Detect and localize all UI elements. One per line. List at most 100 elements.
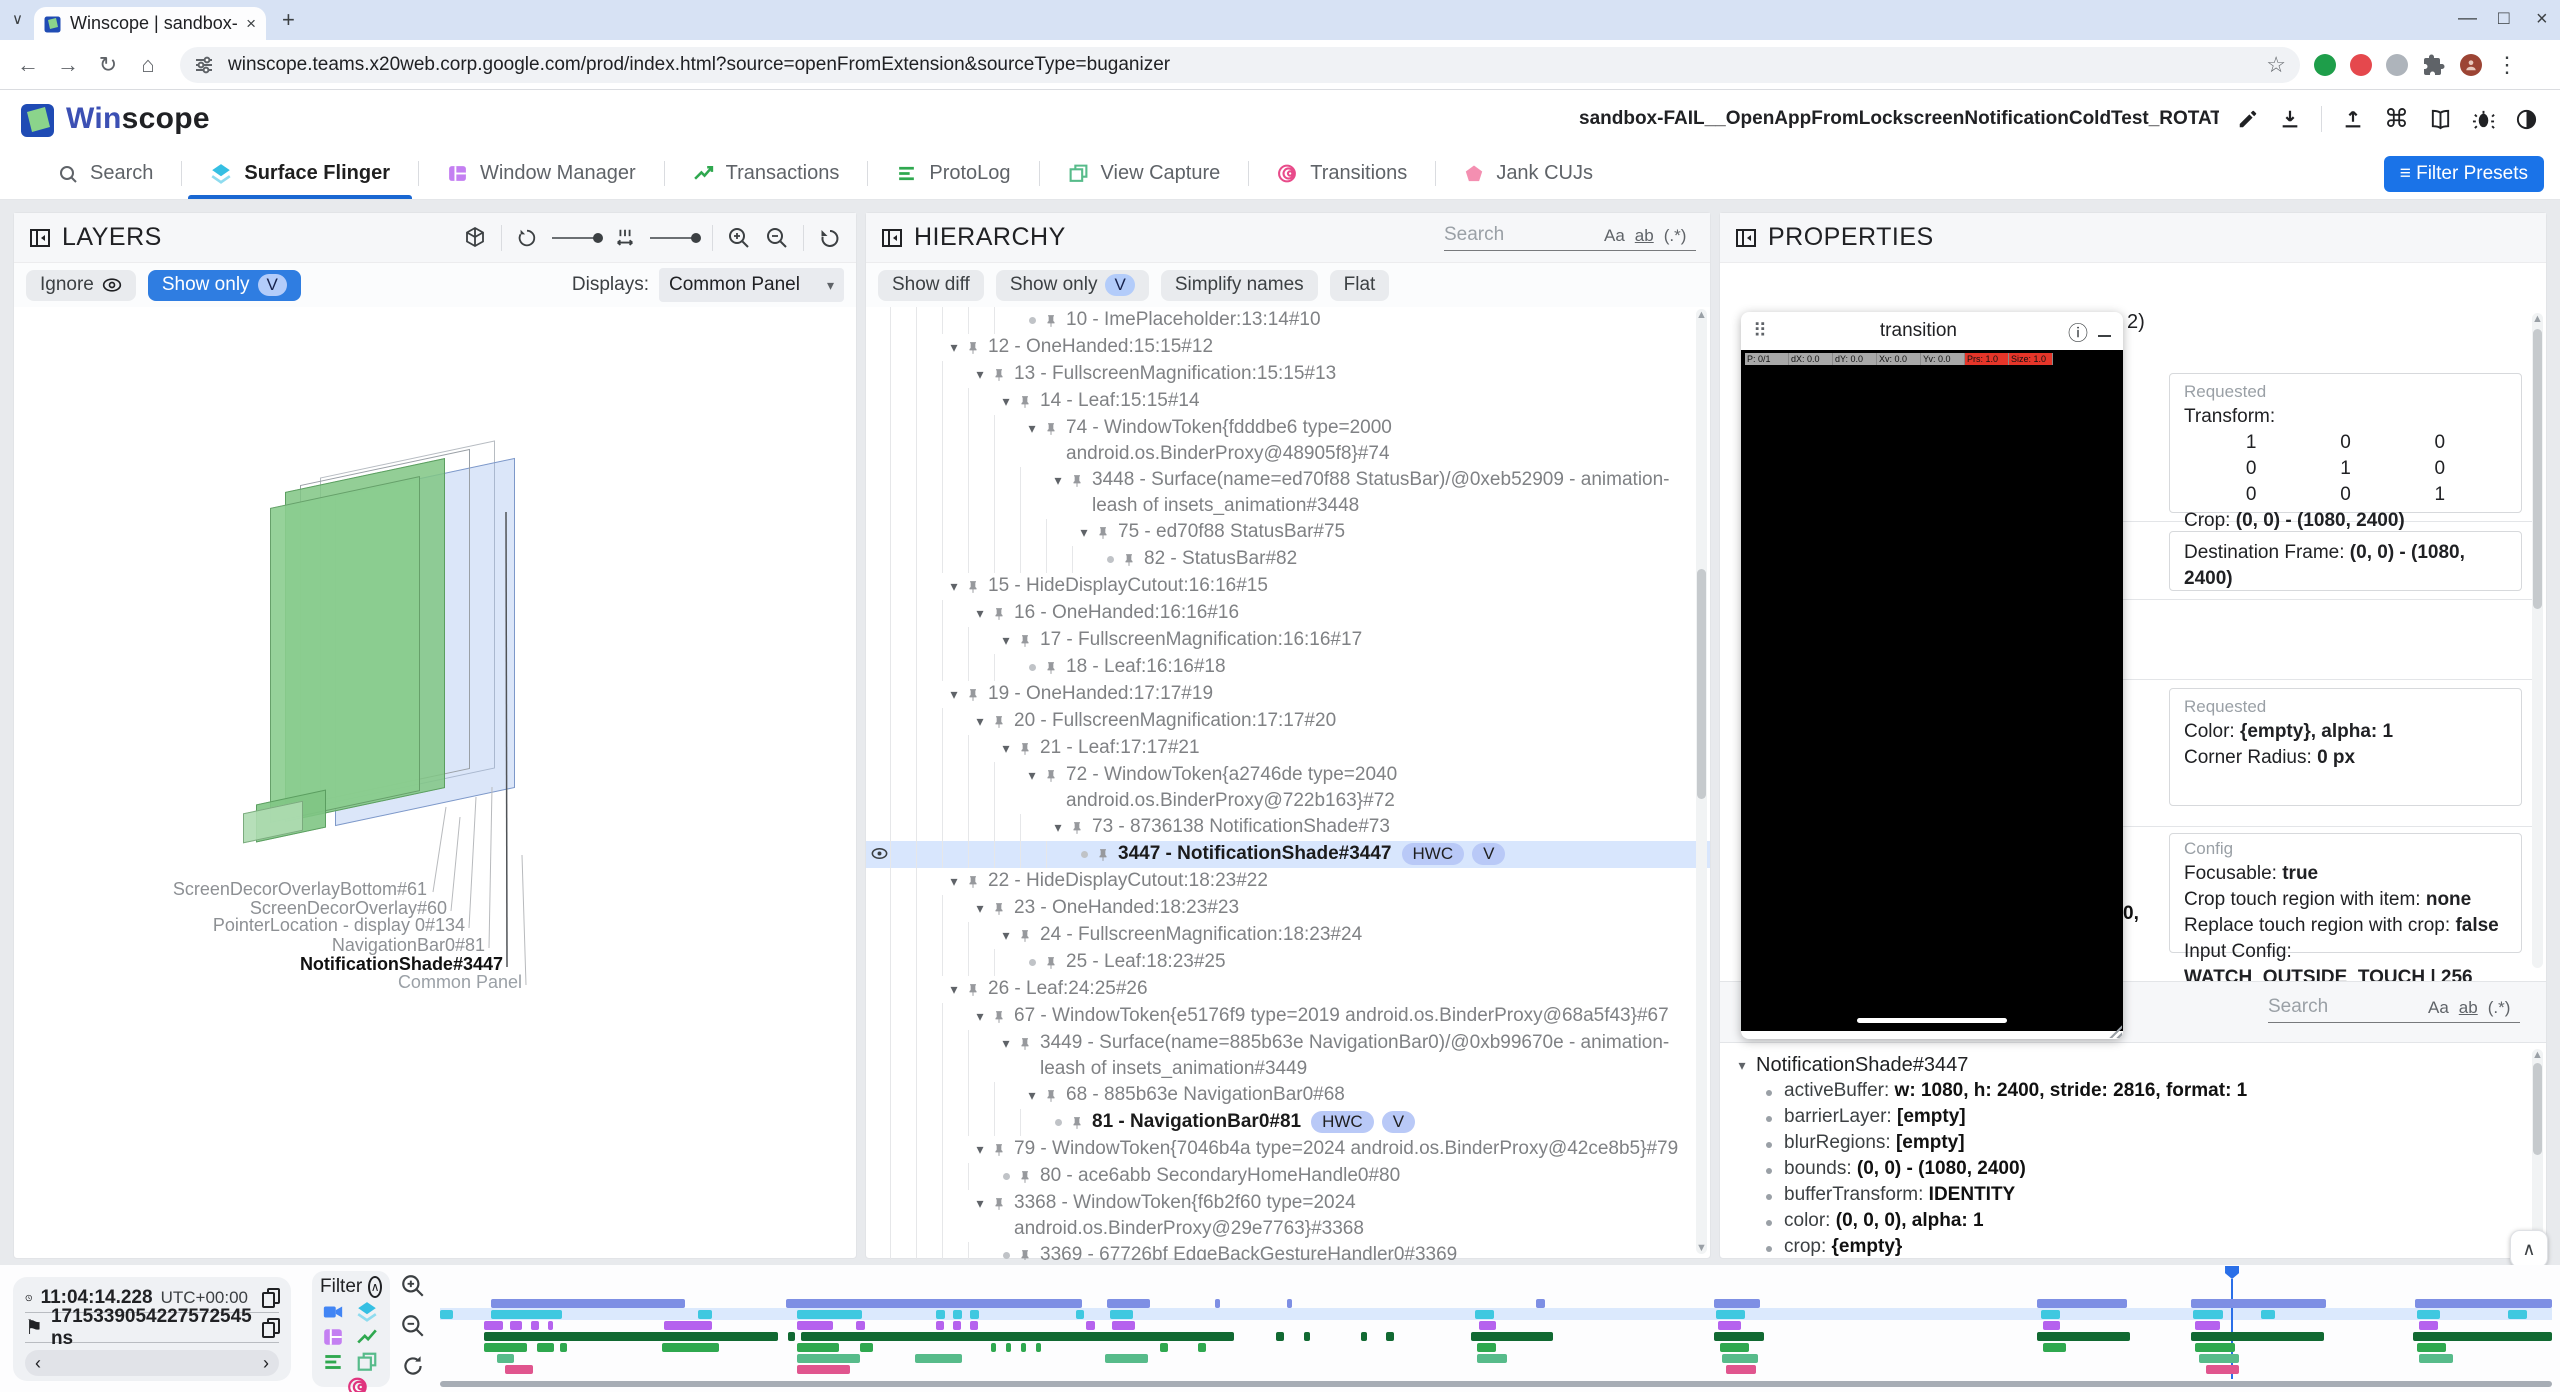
reload-icon[interactable]: ↻: [88, 52, 128, 78]
scroll-left-icon[interactable]: ‹: [35, 1353, 41, 1374]
property-tree-scrollbar[interactable]: ▲: [2532, 1049, 2543, 1254]
timeline-segment-protolog[interactable]: [537, 1343, 554, 1352]
ns-timestamp[interactable]: 1715339054227572545 ns: [51, 1306, 254, 1350]
expand-arrow-icon[interactable]: ▾: [994, 627, 1018, 653]
timeline-segment-view-capture[interactable]: [797, 1354, 860, 1363]
tab-transactions[interactable]: Transactions: [665, 148, 868, 199]
layer-node-label[interactable]: 74 - WindowToken{fdddbe6 type=2000 andro…: [1066, 415, 1710, 467]
pin-icon[interactable]: [1044, 1082, 1066, 1109]
timeline-segment-protolog[interactable]: [662, 1343, 719, 1352]
hierarchy-row[interactable]: 3369 - 67726bf EdgeBackGestureHandler0#3…: [890, 1242, 1710, 1260]
layer-node-label[interactable]: 25 - Leaf:18:23#25: [1066, 949, 1234, 975]
timeline-segment-transitions[interactable]: [505, 1365, 532, 1374]
report-bug-icon[interactable]: [2472, 108, 2495, 131]
minimize-icon[interactable]: [2098, 335, 2111, 338]
layer-node-label[interactable]: 23 - OneHanded:18:23#23: [1014, 895, 1247, 921]
resize-handle[interactable]: [2108, 1024, 2122, 1038]
timeline-segment-transactions[interactable]: [2413, 1332, 2552, 1341]
timeline-segment-surface-flinger[interactable]: [1076, 1310, 1084, 1319]
timeline-segment-view-capture[interactable]: [1477, 1354, 1507, 1363]
layer-node-label[interactable]: 3449 - Surface(name=885b63e NavigationBa…: [1040, 1030, 1710, 1082]
zoom-in-icon[interactable]: [727, 226, 751, 250]
hierarchy-row[interactable]: ▾73 - 8736138 NotificationShade#73: [890, 814, 1710, 841]
reset-view-icon[interactable]: [818, 226, 842, 250]
layer-node-label[interactable]: 26 - Leaf:24:25#26: [988, 976, 1156, 1002]
trend-line-icon[interactable]: [356, 1326, 378, 1348]
property-item[interactable]: bounds: (0, 0) - (1080, 2400): [1760, 1158, 2530, 1184]
displays-select[interactable]: Common Panel ▾: [659, 268, 844, 302]
info-icon[interactable]: ⓘ: [2068, 317, 2088, 346]
pin-icon[interactable]: [1018, 627, 1040, 654]
visibility-eye-icon[interactable]: [870, 844, 889, 869]
timeline-segment-surface-flinger[interactable]: [953, 1310, 961, 1319]
layer-node-label[interactable]: 16 - OneHanded:16:16#16: [1014, 600, 1247, 626]
expand-arrow-icon[interactable]: ▾: [1020, 1082, 1044, 1108]
hierarchy-row[interactable]: ▾75 - ed70f88 StatusBar#75: [890, 519, 1710, 546]
timeline-segment-window-manager[interactable]: [953, 1321, 960, 1330]
hierarchy-row[interactable]: ▾23 - OneHanded:18:23#23: [890, 895, 1710, 922]
pin-icon[interactable]: [1070, 467, 1092, 494]
tab-jank-cujs[interactable]: Jank CUJs: [1436, 148, 1621, 199]
hierarchy-row[interactable]: 25 - Leaf:18:23#25: [890, 949, 1710, 976]
expand-arrow-icon[interactable]: ▾: [942, 573, 966, 599]
tab-view-capture[interactable]: View Capture: [1040, 148, 1249, 199]
timeline-segment-transactions[interactable]: [1110, 1332, 1175, 1341]
hierarchy-row[interactable]: ▾3448 - Surface(name=ed70f88 StatusBar)/…: [890, 467, 1710, 519]
timeline-segment-surface-flinger[interactable]: [1716, 1310, 1746, 1319]
expand-arrow-icon[interactable]: ▾: [1020, 415, 1044, 441]
new-tab-icon[interactable]: +: [282, 7, 295, 33]
pin-icon[interactable]: [966, 868, 988, 895]
pin-icon[interactable]: [1070, 1109, 1092, 1136]
timeline-segment-protolog[interactable]: [2043, 1343, 2066, 1352]
layer-node-label[interactable]: 24 - FullscreenMagnification:18:23#24: [1040, 922, 1370, 948]
layer-node-label[interactable]: 14 - Leaf:15:15#14: [1040, 388, 1208, 414]
forward-icon[interactable]: →: [48, 52, 88, 78]
expand-arrow-icon[interactable]: ▾: [968, 361, 992, 387]
zoom-out-icon[interactable]: [765, 226, 789, 250]
hierarchy-row[interactable]: ▾15 - HideDisplayCutout:16:16#15: [890, 573, 1710, 600]
expand-arrow-icon[interactable]: ▾: [1020, 762, 1044, 788]
3d-cube-icon[interactable]: [463, 226, 487, 250]
collapse-timeline-button[interactable]: ∧: [2510, 1230, 2548, 1268]
timeline-reset-zoom-icon[interactable]: [400, 1353, 426, 1379]
timeline-segment-transactions[interactable]: [1186, 1332, 1197, 1341]
scroll-up-icon[interactable]: ▲: [2532, 313, 2543, 325]
simplify-names-chip[interactable]: Simplify names: [1161, 270, 1318, 301]
timeline-segment-protolog[interactable]: [1006, 1343, 1011, 1352]
pin-icon[interactable]: [1044, 654, 1066, 681]
property-item[interactable]: crop: {empty}: [1760, 1236, 2530, 1258]
hierarchy-row[interactable]: 81 - NavigationBar0#81HWCV: [890, 1109, 1710, 1136]
expand-arrow-icon[interactable]: ▾: [942, 334, 966, 360]
rotation-icon[interactable]: [516, 227, 538, 249]
site-settings-icon[interactable]: [194, 55, 214, 75]
pin-icon[interactable]: [966, 334, 988, 361]
bookmark-star-icon[interactable]: ☆: [2266, 52, 2286, 78]
extension-icon-green[interactable]: [2314, 54, 2336, 76]
timeline-segment-window-manager[interactable]: [1086, 1321, 1094, 1330]
pin-icon[interactable]: [992, 361, 1014, 388]
timeline-segment-window-manager[interactable]: [1718, 1321, 1741, 1330]
timeline-cursor-handle[interactable]: [2225, 1266, 2239, 1279]
timeline-segment-window-manager[interactable]: [548, 1321, 553, 1330]
timeline-segment-window-manager[interactable]: [2043, 1321, 2060, 1330]
hierarchy-row[interactable]: 18 - Leaf:16:16#18: [890, 654, 1710, 681]
timeline-segment-protolog[interactable]: [484, 1343, 526, 1352]
timeline-segment-protolog[interactable]: [991, 1343, 996, 1352]
timeline-segment-protolog[interactable]: [797, 1343, 839, 1352]
pin-icon[interactable]: [1096, 841, 1118, 868]
timeline-segment-transactions[interactable]: [1714, 1332, 1765, 1341]
timeline-segment-view-capture[interactable]: [1105, 1354, 1147, 1363]
scroll-up-icon[interactable]: ▲: [2532, 1049, 2543, 1061]
timeline-segment-screen-recording[interactable]: [1536, 1299, 1544, 1308]
pin-icon[interactable]: [966, 681, 988, 708]
timeline-segment-screen-recording[interactable]: [786, 1299, 1082, 1308]
layer-node-label[interactable]: 22 - HideDisplayCutout:18:23#22: [988, 868, 1276, 894]
timeline-segment-surface-flinger[interactable]: [2508, 1310, 2527, 1319]
filter-presets-button[interactable]: ≡ Filter Presets: [2384, 156, 2544, 192]
expand-arrow-icon[interactable]: ▾: [942, 681, 966, 707]
copy-icon[interactable]: [262, 1318, 279, 1337]
hierarchy-row[interactable]: ▾20 - FullscreenMagnification:17:17#20: [890, 708, 1710, 735]
copy-icon[interactable]: [262, 1288, 279, 1307]
pin-icon[interactable]: [1018, 388, 1040, 415]
flat-chip[interactable]: Flat: [1330, 270, 1390, 301]
